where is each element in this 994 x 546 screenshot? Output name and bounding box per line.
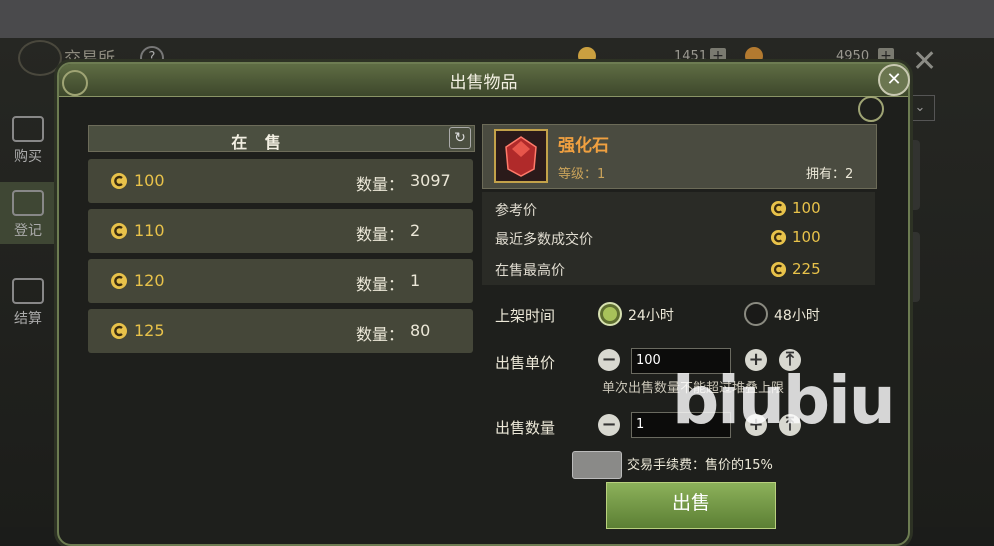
radio-24h[interactable] [598,302,622,326]
transaction-fee-text: 交易手续费：售价的15% [627,458,773,473]
quantity-label: 数量： [356,325,405,344]
reference-price-label: 参考价 [495,203,537,219]
item-level: 等级：1 [558,167,606,182]
quantity-label: 出售数量 [495,419,556,437]
dialog-header: 出售物品 [59,64,908,97]
quantity-label: 数量： [356,225,405,244]
exchange-logo-icon [18,40,62,76]
sidebar-item-buy[interactable]: 购买 [0,108,56,170]
coin-icon [770,229,787,246]
reference-price-value: 100 [792,199,821,217]
top-status-bar [0,0,994,38]
sidebar-item-register[interactable]: 登记 [0,182,56,244]
coin-icon [111,273,127,289]
refresh-button[interactable]: ↻ [449,127,471,149]
quantity-value: 3097 [410,171,451,190]
close-button[interactable]: ✕ [878,64,910,96]
quantity-value: 1 [410,271,421,290]
quantity-value: 80 [410,321,431,340]
item-owned-count: 拥有：2 [806,167,854,182]
listing-row[interactable]: 100 数量： 3097 [88,159,473,203]
exit-icon[interactable]: ✕ [912,44,937,79]
recent-price-label: 最近多数成交价 [495,232,593,248]
listing-header-label: 在 售 [231,133,287,152]
enhancement-stone-icon [494,129,548,183]
unit-price-minus-button[interactable]: − [598,349,620,371]
quantity-value: 2 [410,221,421,240]
radio-24h-label: 24小时 [628,308,674,324]
radio-48h-label: 48小时 [774,308,820,324]
fee-ticket-icon [572,451,622,479]
coin-icon [111,323,127,339]
listing-time-label: 上架时间 [495,307,556,325]
corner-ornament [62,70,88,96]
listing-row[interactable]: 125 数量： 80 [88,309,473,353]
recent-price-value: 100 [792,228,821,246]
listing-row[interactable]: 120 数量： 1 [88,259,473,303]
coin-icon [770,261,787,278]
quantity-label: 数量： [356,275,405,294]
listing-price: 110 [134,221,165,240]
cart-icon [12,278,44,304]
quantity-minus-button[interactable]: − [598,414,620,436]
unit-price-label: 出售单价 [495,354,556,372]
listing-price: 120 [134,271,165,290]
coin-icon [111,223,127,239]
highest-price-value: 225 [792,260,821,278]
listing-header: 在 售 [88,125,475,152]
sidebar-item-settle[interactable]: 结算 [0,270,56,332]
coin-icon [111,173,127,189]
sidebar-label: 结算 [14,311,42,327]
quantity-label: 数量： [356,175,405,194]
shop-icon [12,116,44,142]
coin-icon [770,200,787,217]
watermark: biubiu [672,362,896,439]
item-name: 强化石 [558,136,609,156]
sidebar-label: 购买 [14,149,42,165]
listing-price: 100 [134,171,165,190]
highest-price-label: 在售最高价 [495,263,565,279]
listing-row[interactable]: 110 数量： 2 [88,209,473,253]
listing-price: 125 [134,321,165,340]
dialog-title: 出售物品 [449,73,518,93]
register-icon [12,190,44,216]
sell-button[interactable]: 出售 [606,482,776,529]
sidebar-label: 登记 [14,223,42,239]
corner-ornament [858,96,884,122]
radio-48h[interactable] [744,302,768,326]
